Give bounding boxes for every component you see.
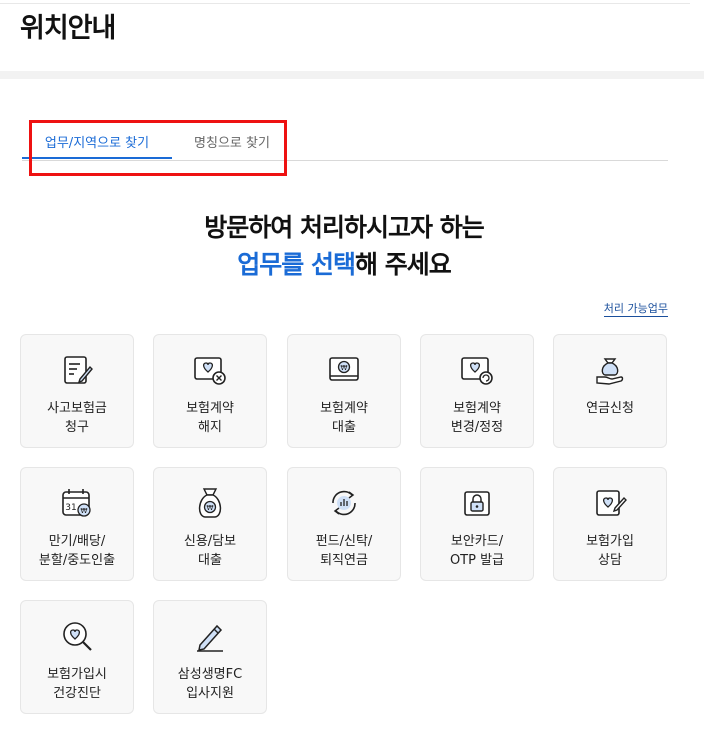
service-card-contract-cancel[interactable]: 보험계약 해지 <box>153 334 267 448</box>
service-card-contract-change[interactable]: 보험계약 변경/정정 <box>420 334 534 448</box>
service-label: 삼성생명FC 입사지원 <box>177 667 243 701</box>
service-label: 사고보험금 청구 <box>47 401 107 435</box>
service-label: 보험계약 대출 <box>320 401 368 435</box>
contract-cancel-icon <box>194 357 226 385</box>
service-label: 보안카드/ OTP 발급 <box>449 534 505 568</box>
svg-text:31: 31 <box>65 503 76 513</box>
service-label: 펀드/신탁/ 퇴직연금 <box>315 534 373 568</box>
headline-emphasis: 업무를 선택 <box>237 250 356 279</box>
service-card-insurance-consult[interactable]: 보험가입 상담 <box>553 467 667 581</box>
money-bag-icon: ₩ <box>198 488 222 518</box>
service-card-security-otp[interactable]: 보안카드/ OTP 발급 <box>420 467 534 581</box>
service-card-accident-claim[interactable]: 사고보험금 청구 <box>20 334 134 448</box>
service-card-fund-trust[interactable]: 펀드/신탁/ 퇴직연금 <box>287 467 401 581</box>
claim-doc-icon <box>64 356 93 384</box>
lock-card-icon <box>464 491 490 516</box>
highlight-box <box>29 120 287 176</box>
service-label: 연금신청 <box>586 401 634 416</box>
service-card-contract-loan[interactable]: ₩ 보험계약 대출 <box>287 334 401 448</box>
fund-cycle-icon <box>332 490 356 516</box>
headline-rest: 해 주세요 <box>355 250 452 279</box>
service-label: 보험가입 상담 <box>586 534 634 568</box>
svg-text:₩: ₩ <box>341 364 348 372</box>
svg-text:₩: ₩ <box>207 504 214 512</box>
section-divider <box>0 71 704 79</box>
money-bag-hand-icon <box>596 358 624 385</box>
svg-text:₩: ₩ <box>81 507 88 515</box>
service-card-maturity-dividend[interactable]: 31 ₩ 만기/배당/ 분할/중도인출 <box>20 467 134 581</box>
consult-heart-icon <box>596 490 627 516</box>
available-tasks-link[interactable]: 처리 가능업무 <box>603 302 668 317</box>
service-label: 보험계약 해지 <box>186 401 234 435</box>
pencil-icon <box>197 624 223 652</box>
headline-line-2: 업무를 선택해 주세요 <box>0 245 688 281</box>
top-divider <box>0 3 690 4</box>
headline-line-1: 방문하여 처리하시고자 하는 <box>204 213 484 242</box>
page-title: 위치안내 <box>20 13 116 44</box>
service-card-health-check[interactable]: 보험가입시 건강진단 <box>20 600 134 714</box>
service-label: 만기/배당/ 분할/중도인출 <box>38 534 116 568</box>
contract-change-icon <box>461 357 493 385</box>
service-label: 보험계약 변경/정정 <box>450 401 504 435</box>
service-label: 보험가입시 건강진단 <box>47 667 107 701</box>
service-label: 신용/담보 대출 <box>183 534 237 568</box>
contract-loan-icon: ₩ <box>329 357 359 381</box>
service-card-pension[interactable]: 연금신청 <box>553 334 667 448</box>
calendar-coin-icon: 31 ₩ <box>62 489 91 517</box>
service-card-credit-loan[interactable]: ₩ 신용/담보 대출 <box>153 467 267 581</box>
service-card-fc-apply[interactable]: 삼성생명FC 입사지원 <box>153 600 267 714</box>
health-check-icon <box>63 622 92 651</box>
